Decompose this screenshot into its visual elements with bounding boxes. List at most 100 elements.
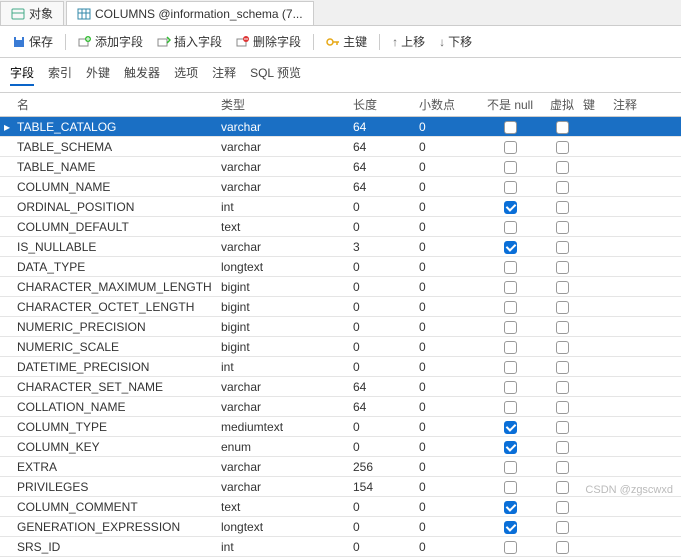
virtual-checkbox[interactable] bbox=[556, 521, 569, 534]
cell-name[interactable]: NUMERIC_PRECISION bbox=[14, 320, 221, 334]
cell-length[interactable]: 64 bbox=[353, 380, 419, 394]
notnull-checkbox[interactable] bbox=[504, 241, 517, 254]
notnull-checkbox[interactable] bbox=[504, 521, 517, 534]
virtual-checkbox[interactable] bbox=[556, 241, 569, 254]
table-row[interactable]: PRIVILEGESvarchar1540 bbox=[0, 477, 681, 497]
virtual-checkbox[interactable] bbox=[556, 421, 569, 434]
cell-type[interactable]: text bbox=[221, 500, 353, 514]
notnull-checkbox[interactable] bbox=[504, 501, 517, 514]
cell-name[interactable]: CHARACTER_MAXIMUM_LENGTH bbox=[14, 280, 221, 294]
cell-decimal[interactable]: 0 bbox=[419, 300, 479, 314]
virtual-checkbox[interactable] bbox=[556, 281, 569, 294]
cell-length[interactable]: 3 bbox=[353, 240, 419, 254]
virtual-checkbox[interactable] bbox=[556, 461, 569, 474]
notnull-checkbox[interactable] bbox=[504, 161, 517, 174]
table-row[interactable]: CHARACTER_MAXIMUM_LENGTHbigint00 bbox=[0, 277, 681, 297]
primary-key-button[interactable]: 主键 bbox=[322, 31, 371, 52]
virtual-checkbox[interactable] bbox=[556, 121, 569, 134]
table-row[interactable]: GENERATION_EXPRESSIONlongtext00 bbox=[0, 517, 681, 537]
cell-length[interactable]: 0 bbox=[353, 200, 419, 214]
cell-length[interactable]: 0 bbox=[353, 260, 419, 274]
subtab-triggers[interactable]: 触发器 bbox=[124, 64, 160, 86]
cell-decimal[interactable]: 0 bbox=[419, 200, 479, 214]
cell-name[interactable]: COLUMN_NAME bbox=[14, 180, 221, 194]
cell-length[interactable]: 64 bbox=[353, 120, 419, 134]
cell-length[interactable]: 64 bbox=[353, 140, 419, 154]
virtual-checkbox[interactable] bbox=[556, 401, 569, 414]
table-row[interactable]: COLUMN_DEFAULTtext00 bbox=[0, 217, 681, 237]
header-decimal[interactable]: 小数点 bbox=[419, 96, 479, 113]
cell-decimal[interactable]: 0 bbox=[419, 420, 479, 434]
notnull-checkbox[interactable] bbox=[504, 381, 517, 394]
cell-decimal[interactable]: 0 bbox=[419, 260, 479, 274]
notnull-checkbox[interactable] bbox=[504, 281, 517, 294]
table-row[interactable]: SRS_IDint00 bbox=[0, 537, 681, 557]
cell-decimal[interactable]: 0 bbox=[419, 160, 479, 174]
table-row[interactable]: COLUMN_NAMEvarchar640 bbox=[0, 177, 681, 197]
cell-type[interactable]: varchar bbox=[221, 120, 353, 134]
virtual-checkbox[interactable] bbox=[556, 261, 569, 274]
cell-decimal[interactable]: 0 bbox=[419, 140, 479, 154]
cell-type[interactable]: bigint bbox=[221, 340, 353, 354]
cell-length[interactable]: 0 bbox=[353, 360, 419, 374]
cell-length[interactable]: 0 bbox=[353, 440, 419, 454]
cell-type[interactable]: int bbox=[221, 540, 353, 554]
notnull-checkbox[interactable] bbox=[504, 301, 517, 314]
header-length[interactable]: 长度 bbox=[353, 96, 419, 113]
virtual-checkbox[interactable] bbox=[556, 201, 569, 214]
cell-decimal[interactable]: 0 bbox=[419, 220, 479, 234]
virtual-checkbox[interactable] bbox=[556, 481, 569, 494]
cell-name[interactable]: EXTRA bbox=[14, 460, 221, 474]
cell-decimal[interactable]: 0 bbox=[419, 340, 479, 354]
cell-decimal[interactable]: 0 bbox=[419, 400, 479, 414]
notnull-checkbox[interactable] bbox=[504, 221, 517, 234]
cell-name[interactable]: CHARACTER_SET_NAME bbox=[14, 380, 221, 394]
table-row[interactable]: TABLE_NAMEvarchar640 bbox=[0, 157, 681, 177]
cell-type[interactable]: bigint bbox=[221, 280, 353, 294]
cell-length[interactable]: 154 bbox=[353, 480, 419, 494]
cell-name[interactable]: COLUMN_TYPE bbox=[14, 420, 221, 434]
cell-type[interactable]: bigint bbox=[221, 300, 353, 314]
cell-name[interactable]: COLUMN_DEFAULT bbox=[14, 220, 221, 234]
move-down-button[interactable]: ↓下移 bbox=[435, 31, 476, 52]
subtab-fields[interactable]: 字段 bbox=[10, 64, 34, 86]
cell-name[interactable]: CHARACTER_OCTET_LENGTH bbox=[14, 300, 221, 314]
cell-length[interactable]: 0 bbox=[353, 280, 419, 294]
cell-name[interactable]: PRIVILEGES bbox=[14, 480, 221, 494]
cell-type[interactable]: varchar bbox=[221, 400, 353, 414]
cell-name[interactable]: DATETIME_PRECISION bbox=[14, 360, 221, 374]
table-row[interactable]: DATETIME_PRECISIONint00 bbox=[0, 357, 681, 377]
notnull-checkbox[interactable] bbox=[504, 361, 517, 374]
table-row[interactable]: ▸TABLE_CATALOGvarchar640 bbox=[0, 117, 681, 137]
virtual-checkbox[interactable] bbox=[556, 141, 569, 154]
table-row[interactable]: CHARACTER_OCTET_LENGTHbigint00 bbox=[0, 297, 681, 317]
notnull-checkbox[interactable] bbox=[504, 261, 517, 274]
tab-objects[interactable]: 对象 bbox=[0, 1, 64, 25]
notnull-checkbox[interactable] bbox=[504, 441, 517, 454]
cell-name[interactable]: DATA_TYPE bbox=[14, 260, 221, 274]
virtual-checkbox[interactable] bbox=[556, 501, 569, 514]
cell-length[interactable]: 0 bbox=[353, 540, 419, 554]
cell-name[interactable]: COLLATION_NAME bbox=[14, 400, 221, 414]
cell-length[interactable]: 0 bbox=[353, 520, 419, 534]
cell-decimal[interactable]: 0 bbox=[419, 460, 479, 474]
cell-name[interactable]: COLUMN_COMMENT bbox=[14, 500, 221, 514]
cell-type[interactable]: varchar bbox=[221, 240, 353, 254]
cell-name[interactable]: TABLE_SCHEMA bbox=[14, 140, 221, 154]
cell-type[interactable]: longtext bbox=[221, 520, 353, 534]
cell-type[interactable]: longtext bbox=[221, 260, 353, 274]
cell-length[interactable]: 64 bbox=[353, 180, 419, 194]
header-name[interactable]: 名 bbox=[14, 96, 221, 113]
cell-type[interactable]: enum bbox=[221, 440, 353, 454]
header-note[interactable]: 注释 bbox=[613, 96, 653, 113]
cell-decimal[interactable]: 0 bbox=[419, 280, 479, 294]
cell-name[interactable]: TABLE_NAME bbox=[14, 160, 221, 174]
notnull-checkbox[interactable] bbox=[504, 121, 517, 134]
table-row[interactable]: COLUMN_KEYenum00 bbox=[0, 437, 681, 457]
virtual-checkbox[interactable] bbox=[556, 221, 569, 234]
cell-type[interactable]: mediumtext bbox=[221, 420, 353, 434]
cell-name[interactable]: TABLE_CATALOG bbox=[14, 120, 221, 134]
cell-length[interactable]: 0 bbox=[353, 420, 419, 434]
cell-decimal[interactable]: 0 bbox=[419, 380, 479, 394]
notnull-checkbox[interactable] bbox=[504, 481, 517, 494]
